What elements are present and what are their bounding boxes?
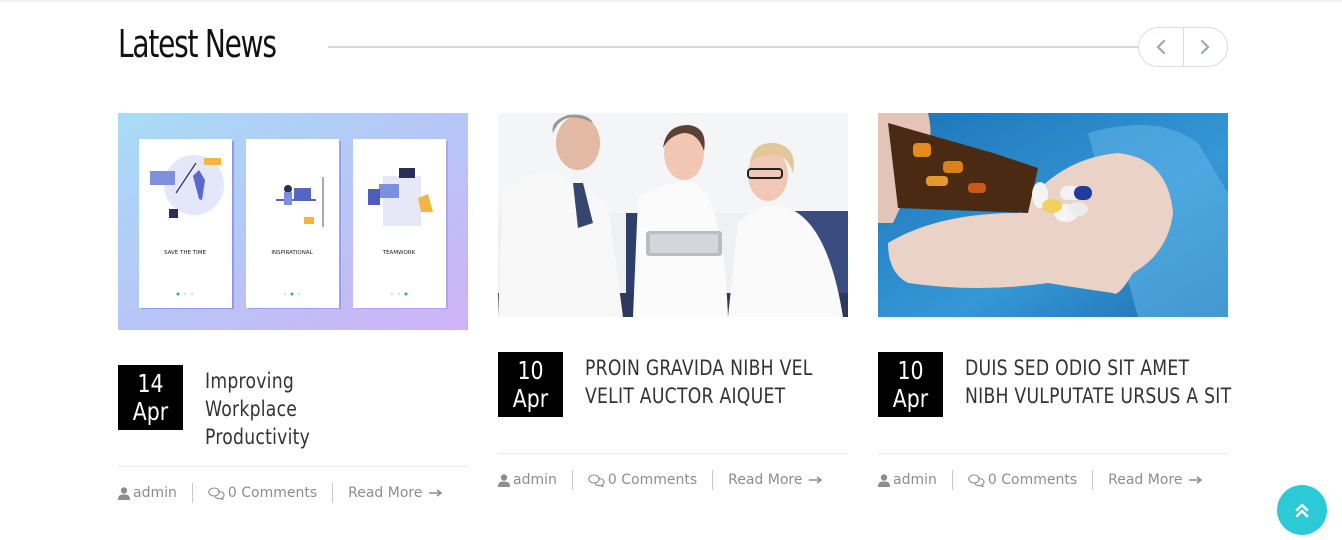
- date-month: Apr: [892, 384, 929, 413]
- screen-heading: SAVE THE TIME: [164, 250, 206, 256]
- comments[interactable]: 0 Comments: [968, 472, 1077, 488]
- chevron-right-icon: [1201, 39, 1210, 55]
- post-date: 14 Apr: [118, 365, 183, 430]
- arrow-right-icon: [429, 489, 443, 497]
- author-name[interactable]: admin: [513, 472, 557, 488]
- post-image[interactable]: SAVE THE TIME INSPIRATIONAL TEAMWORK: [118, 113, 468, 330]
- prev-button[interactable]: [1139, 28, 1183, 66]
- post-date: 10 Apr: [498, 352, 563, 417]
- header-divider: [328, 46, 1148, 48]
- comments-icon: [588, 473, 605, 487]
- post-image[interactable]: [878, 113, 1228, 317]
- double-chevron-up-icon: [1295, 503, 1309, 518]
- screen-2: INSPIRATIONAL: [246, 139, 341, 309]
- screen-heading: INSPIRATIONAL: [271, 250, 313, 256]
- post-image[interactable]: [498, 113, 848, 317]
- date-day: 14: [137, 369, 164, 398]
- author[interactable]: admin: [498, 472, 557, 488]
- author[interactable]: admin: [878, 472, 937, 488]
- date-month: Apr: [512, 384, 549, 413]
- post-title[interactable]: PROIN GRAVIDA NIBH VEL VELIT AUCTOR AIQU…: [585, 354, 856, 410]
- read-more-label[interactable]: Read More: [1108, 472, 1182, 488]
- arrow-right-icon: [809, 476, 823, 484]
- meta-divider: [1092, 470, 1094, 490]
- meta-divider: [571, 470, 573, 490]
- date-day: 10: [517, 356, 544, 385]
- meta-divider: [712, 470, 714, 490]
- post-title[interactable]: Improving Workplace Productivity: [205, 367, 369, 451]
- comments-icon: [968, 473, 985, 487]
- user-icon: [878, 473, 890, 487]
- post-meta: admin 0 Comments Read More: [118, 482, 443, 504]
- read-more-link[interactable]: Read More: [348, 485, 443, 501]
- date-month: Apr: [132, 397, 169, 426]
- chevron-left-icon: [1156, 39, 1165, 55]
- post-title[interactable]: DUIS SED ODIO SIT AMET NIBH VULPUTATE UR…: [965, 354, 1236, 410]
- author-name[interactable]: admin: [133, 485, 177, 501]
- carousel-nav: [1138, 27, 1228, 67]
- doctors-photo: [498, 113, 848, 317]
- arrow-right-icon: [1189, 476, 1203, 484]
- meta-divider: [951, 470, 953, 490]
- next-button[interactable]: [1182, 28, 1228, 66]
- read-more-link[interactable]: Read More: [1108, 472, 1203, 488]
- read-more-label[interactable]: Read More: [348, 485, 422, 501]
- comments-count[interactable]: 0 Comments: [608, 472, 697, 488]
- author-name[interactable]: admin: [893, 472, 937, 488]
- comments-count[interactable]: 0 Comments: [988, 472, 1077, 488]
- scroll-to-top-button[interactable]: [1277, 485, 1327, 535]
- onboarding-illustration: SAVE THE TIME INSPIRATIONAL TEAMWORK: [118, 113, 468, 330]
- comments[interactable]: 0 Comments: [588, 472, 697, 488]
- screen-heading: TEAMWORK: [382, 250, 416, 256]
- post-date: 10 Apr: [878, 352, 943, 417]
- meta-divider: [191, 483, 193, 503]
- read-more-link[interactable]: Read More: [728, 472, 823, 488]
- top-border: [0, 0, 1342, 3]
- user-icon: [118, 486, 130, 500]
- post-meta: admin 0 Comments Read More: [878, 469, 1203, 491]
- post-meta: admin 0 Comments Read More: [498, 469, 823, 491]
- comments-count[interactable]: 0 Comments: [228, 485, 317, 501]
- section-title: Latest News: [118, 22, 277, 66]
- comments[interactable]: 0 Comments: [208, 485, 317, 501]
- date-day: 10: [897, 356, 924, 385]
- card-divider: [118, 466, 468, 467]
- screen-1: SAVE THE TIME: [139, 139, 234, 309]
- comments-icon: [208, 486, 225, 500]
- read-more-label[interactable]: Read More: [728, 472, 802, 488]
- author[interactable]: admin: [118, 485, 177, 501]
- card-divider: [878, 453, 1228, 454]
- screen-3: TEAMWORK: [353, 139, 448, 309]
- user-icon: [498, 473, 510, 487]
- card-divider: [498, 453, 848, 454]
- meta-divider: [332, 483, 334, 503]
- pills-photo: [878, 113, 1228, 317]
- section-header: Latest News: [118, 20, 1228, 74]
